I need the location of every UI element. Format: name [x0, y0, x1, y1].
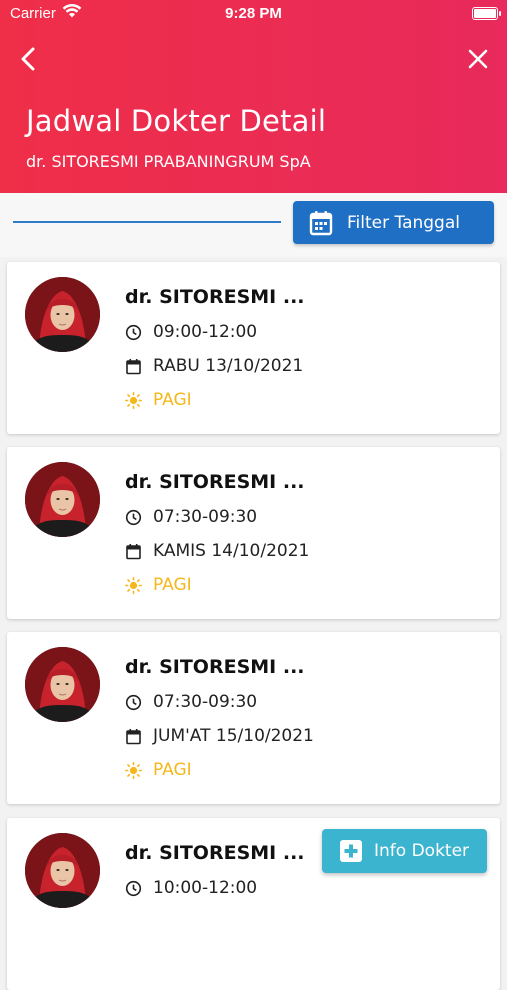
schedule-card[interactable]: dr. SITORESMI ... 07:30-09:30 KAMIS 14/1…: [7, 447, 500, 619]
schedule-time: 10:00-12:00: [153, 878, 258, 898]
schedule-session: PAGI: [153, 760, 192, 780]
doctor-avatar: [25, 833, 100, 908]
header: Carrier 9:28 PM Jadwal Dokter Detail dr.…: [0, 0, 507, 193]
doctor-avatar: [25, 277, 100, 352]
date-row: JUM'AT 15/10/2021: [125, 725, 314, 747]
calendar-icon: [126, 543, 141, 559]
plus-square-icon: [340, 840, 362, 862]
session-row: PAGI: [125, 759, 192, 781]
status-time: 9:28 PM: [225, 5, 282, 22]
schedule-date: RABU 13/10/2021: [153, 356, 304, 376]
schedule-date: KAMIS 14/10/2021: [153, 541, 310, 561]
time-row: 10:00-12:00: [125, 877, 257, 899]
schedule-time: 07:30-09:30: [153, 507, 258, 527]
calendar-icon: [126, 728, 141, 744]
calendar-icon: [126, 358, 141, 374]
clock-icon: [125, 694, 142, 710]
clock-icon: [125, 324, 142, 340]
schedule-session: PAGI: [153, 390, 192, 410]
doctor-avatar: [25, 647, 100, 722]
close-button[interactable]: [463, 44, 493, 74]
date-row: KAMIS 14/10/2021: [125, 540, 309, 562]
schedule-session: PAGI: [153, 575, 192, 595]
schedule-date: JUM'AT 15/10/2021: [153, 726, 314, 746]
time-row: 07:30-09:30: [125, 691, 257, 713]
back-button[interactable]: [14, 44, 44, 74]
chevron-left-icon: [21, 47, 35, 71]
schedule-card[interactable]: dr. SITORESMI ... 07:30-09:30 JUM'AT 15/…: [7, 632, 500, 804]
clock-icon: [125, 509, 142, 525]
date-row: RABU 13/10/2021: [125, 355, 303, 377]
doctor-avatar: [25, 462, 100, 537]
session-row: PAGI: [125, 389, 192, 411]
time-row: 09:00-12:00: [125, 321, 257, 343]
session-row: PAGI: [125, 574, 192, 596]
filter-bar: Filter Tanggal: [0, 193, 507, 257]
sun-icon: [125, 761, 142, 779]
info-dokter-label: Info Dokter: [374, 841, 470, 861]
doctor-name: dr. SITORESMI ...: [125, 842, 305, 864]
battery-icon: [472, 7, 501, 20]
filter-date-label: Filter Tanggal: [347, 212, 460, 233]
filter-date-button[interactable]: Filter Tanggal: [293, 201, 494, 244]
schedule-time: 07:30-09:30: [153, 692, 258, 712]
date-field[interactable]: [13, 221, 281, 223]
page-title: Jadwal Dokter Detail: [26, 104, 327, 138]
doctor-name: dr. SITORESMI ...: [125, 656, 305, 678]
status-bar: Carrier 9:28 PM: [0, 0, 507, 30]
sun-icon: [125, 391, 142, 409]
schedule-card[interactable]: dr. SITORESMI ... 09:00-12:00 RABU 13/10…: [7, 262, 500, 434]
sun-icon: [125, 576, 142, 594]
doctor-name: dr. SITORESMI ...: [125, 471, 305, 493]
close-icon: [468, 49, 488, 69]
page-subtitle: dr. SITORESMI PRABANINGRUM SpA: [26, 152, 311, 171]
calendar-icon: [309, 210, 333, 235]
time-row: 07:30-09:30: [125, 506, 257, 528]
doctor-name: dr. SITORESMI ...: [125, 286, 305, 308]
info-dokter-button[interactable]: Info Dokter: [322, 829, 487, 873]
clock-icon: [125, 880, 142, 896]
schedule-time: 09:00-12:00: [153, 322, 258, 342]
